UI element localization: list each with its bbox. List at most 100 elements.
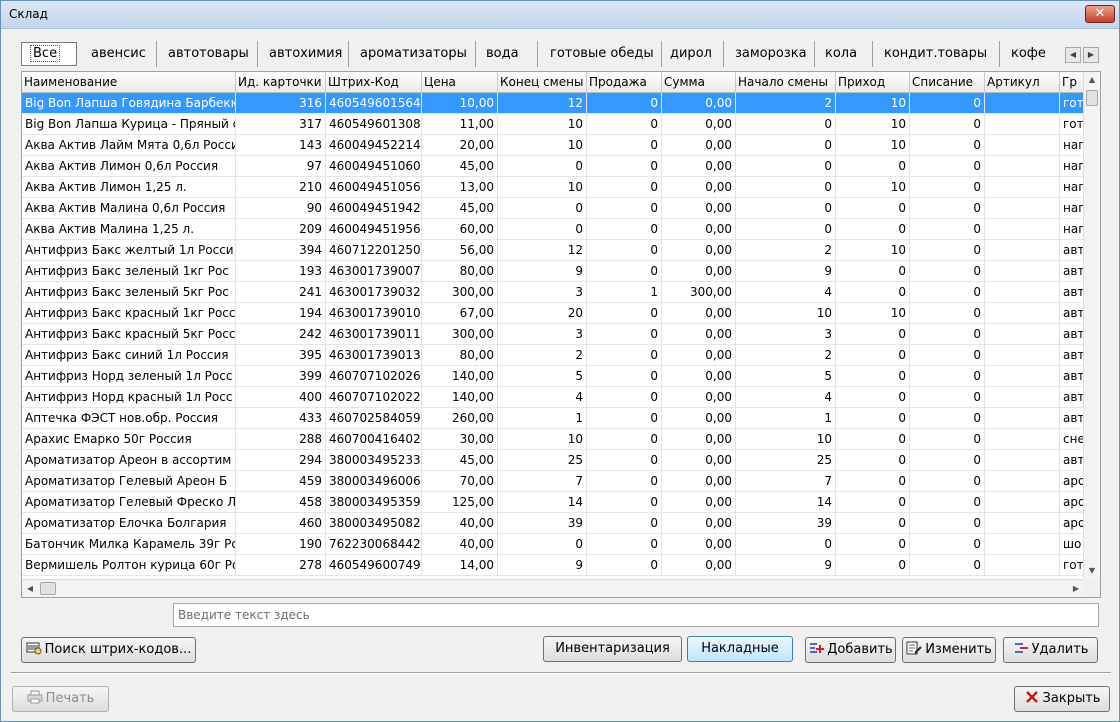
table-row[interactable]: Ароматизатор Ареон в ассортим 294 38000349…: [22, 450, 1084, 471]
table-row[interactable]: Ароматизатор Гелевый Ареон Б 459 380003496…: [22, 471, 1084, 492]
tab-scroll-right-icon[interactable]: ▶: [1083, 47, 1099, 63]
column-header[interactable]: Конец смены: [498, 72, 587, 93]
column-header[interactable]: Списание: [910, 72, 985, 93]
barcode-search-button[interactable]: Поиск штрих-кодов...: [21, 637, 196, 663]
table-cell: 460: [236, 513, 326, 534]
tab-item[interactable]: дирол: [662, 41, 724, 67]
delete-button[interactable]: Удалить: [1003, 637, 1098, 663]
column-header[interactable]: Приход: [836, 72, 910, 93]
table-cell: 10: [736, 303, 836, 324]
table-row[interactable]: Антифриз Бакс синий 1л Россия 395 46300173…: [22, 345, 1084, 366]
table-cell: [985, 345, 1060, 366]
table-cell: [985, 555, 1060, 576]
tab-item[interactable]: вода: [478, 41, 538, 67]
scroll-right-icon[interactable]: ▶: [1068, 580, 1084, 597]
scroll-down-icon[interactable]: ▼: [1084, 563, 1100, 579]
table-cell: 0: [587, 135, 662, 156]
table-cell: 14,00: [422, 555, 498, 576]
table-row[interactable]: Ароматизатор Елочка Болгария 460 380003495…: [22, 513, 1084, 534]
column-header[interactable]: Гр: [1060, 72, 1084, 93]
close-button[interactable]: Закрыть: [1014, 686, 1110, 712]
table-row[interactable]: Аква Актив Лимон 1,25 л. 210 4600494510564…: [22, 177, 1084, 198]
tab-item[interactable]: кола: [817, 41, 873, 67]
horizontal-scroll-thumb[interactable]: [40, 582, 56, 595]
table-row[interactable]: Big Bon Лапша Курица - Пряный с 317 460549…: [22, 114, 1084, 135]
table-cell: 316: [236, 93, 326, 114]
table-cell: 394: [236, 240, 326, 261]
column-header[interactable]: Штрих-Код: [326, 72, 422, 93]
table-row[interactable]: Аква Актив Малина 1,25 л. 209 460049451956…: [22, 219, 1084, 240]
table-row[interactable]: Антифриз Бакс желтый 1л Росси 394 46071220…: [22, 240, 1084, 261]
tab-item[interactable]: ароматизаторы: [352, 41, 476, 67]
table-cell: шо: [1060, 534, 1084, 555]
table-row[interactable]: Вермишель Ролтон курица 60г Ро 278 4605496…: [22, 555, 1084, 576]
close-label: Закрыть: [1042, 691, 1101, 706]
table-row[interactable]: Аква Актив Малина 0,6л Россия 90 460049451…: [22, 198, 1084, 219]
barcode-search-label: Поиск штрих-кодов...: [44, 642, 192, 657]
table-cell: Антифриз Бакс красный 5кг Росс: [22, 324, 236, 345]
table-cell: 209: [236, 219, 326, 240]
scroll-up-icon[interactable]: ▲: [1084, 72, 1100, 88]
table-cell: 2: [736, 240, 836, 261]
table-row[interactable]: Антифриз Бакс красный 5кг Росс 242 4630017…: [22, 324, 1084, 345]
table-cell: 4630017390106: [326, 303, 422, 324]
horizontal-scrollbar[interactable]: ◀ ▶: [22, 579, 1084, 597]
table-cell: 9: [498, 261, 587, 282]
invoices-button[interactable]: Накладные: [687, 636, 793, 662]
table-row[interactable]: Аква Актив Лимон 0,6л Россия 97 4600494510…: [22, 156, 1084, 177]
tab-label: готовые обеды: [550, 46, 654, 61]
table-row[interactable]: Big Bon Лапша Говядина Барбекю 316 4605496…: [22, 93, 1084, 114]
edit-button[interactable]: Изменить: [902, 637, 996, 663]
table-cell: 0: [736, 135, 836, 156]
table-row[interactable]: Антифриз Норд красный 1л Росс 400 46070710…: [22, 387, 1084, 408]
scroll-left-icon[interactable]: ◀: [22, 580, 38, 597]
column-header[interactable]: Цена: [422, 72, 498, 93]
print-button[interactable]: Печать: [12, 686, 109, 712]
table-cell: 0,00: [662, 324, 736, 345]
column-header[interactable]: Наименование: [22, 72, 236, 93]
table-cell: 12: [498, 240, 587, 261]
table-row[interactable]: Антифриз Бакс зеленый 5кг Рос 241 46300173…: [22, 282, 1084, 303]
table-row[interactable]: Антифриз Бакс зеленый 1кг Рос 193 46300173…: [22, 261, 1084, 282]
table-cell: Ароматизатор Ареон в ассортим: [22, 450, 236, 471]
table-row[interactable]: Аптечка ФЭСТ нов.обр. Россия 433 460702584…: [22, 408, 1084, 429]
table-cell: 0: [836, 219, 910, 240]
table-cell: 2: [736, 93, 836, 114]
table-cell: 0: [587, 471, 662, 492]
table-cell: 40,00: [422, 534, 498, 555]
vertical-scrollbar[interactable]: ▲ ▼: [1083, 72, 1100, 579]
table-row[interactable]: Арахис Емарко 50г Россия 288 4607004164026…: [22, 429, 1084, 450]
tab-item[interactable]: Все: [21, 42, 77, 66]
table-cell: 0: [587, 219, 662, 240]
column-header[interactable]: Сумма: [662, 72, 736, 93]
table-row[interactable]: Антифриз Норд зеленый 1л Росс 399 46070710…: [22, 366, 1084, 387]
table-row[interactable]: Антифриз Бакс красный 1кг Росс 194 4630017…: [22, 303, 1084, 324]
table-cell: [985, 366, 1060, 387]
column-header[interactable]: Артикул: [985, 72, 1060, 93]
barcode-search-icon: [26, 640, 42, 655]
column-header[interactable]: Начало смены: [736, 72, 836, 93]
tab-item[interactable]: готовые обеды: [542, 41, 662, 67]
table-cell: 0: [910, 366, 985, 387]
tab-item[interactable]: кондит.товары: [876, 41, 1000, 67]
search-input[interactable]: [173, 603, 1099, 627]
column-header[interactable]: Ид. карточки: [236, 72, 326, 93]
table-cell: 4630017390137: [326, 345, 422, 366]
table-cell: 0: [587, 513, 662, 534]
table-cell: авт: [1060, 240, 1084, 261]
column-header[interactable]: Продажа: [587, 72, 662, 93]
inventory-button[interactable]: Инвентаризация: [543, 636, 682, 662]
tab-scroll-left-icon[interactable]: ◀: [1065, 47, 1081, 63]
tab-item[interactable]: кофе: [1003, 41, 1063, 67]
add-button[interactable]: Добавить: [805, 637, 896, 663]
table-cell: 14: [498, 492, 587, 513]
table-row[interactable]: Аква Актив Лайм Мята 0,6л Росси 143 460049…: [22, 135, 1084, 156]
tab-item[interactable]: авенсис: [83, 41, 157, 67]
table-row[interactable]: Ароматизатор Гелевый Фреско Л 458 38000349…: [22, 492, 1084, 513]
window-close-button[interactable]: ✕: [1085, 5, 1115, 23]
tab-item[interactable]: автотовары: [160, 41, 258, 67]
table-row[interactable]: Батончик Милка Карамель 39г Ро 190 7622300…: [22, 534, 1084, 555]
tab-item[interactable]: заморозка: [727, 41, 815, 67]
tab-item[interactable]: автохимия: [261, 41, 349, 67]
vertical-scroll-thumb[interactable]: [1086, 90, 1098, 106]
